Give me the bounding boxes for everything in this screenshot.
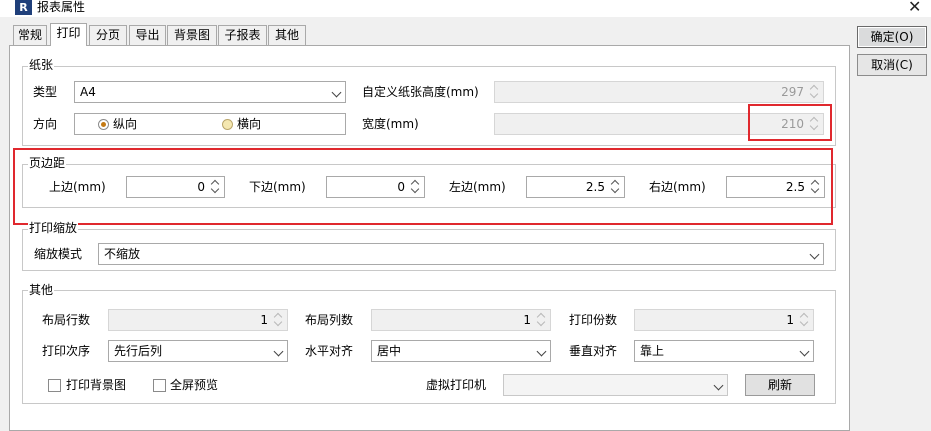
- paper-type-value: A4: [80, 85, 96, 99]
- chevron-down-icon: [331, 87, 342, 98]
- fullscreen-preview-label[interactable]: 全屏预览: [170, 374, 218, 396]
- chevron-down-icon: [273, 346, 284, 357]
- tab-background[interactable]: 背景图: [167, 25, 217, 45]
- app-icon: R: [15, 0, 32, 15]
- scale-mode-value: 不缩放: [104, 247, 141, 261]
- layout-cols-label: 布局列数: [305, 313, 354, 327]
- tab-other[interactable]: 其他: [268, 25, 306, 45]
- ok-button[interactable]: 确定(O): [857, 26, 927, 48]
- layout-rows-label: 布局行数: [42, 313, 91, 327]
- h-align-value: 居中: [377, 344, 402, 358]
- scale-mode-select[interactable]: 不缩放: [98, 243, 824, 265]
- tab-export[interactable]: 导出: [129, 25, 166, 45]
- spin-down-icon: [799, 320, 810, 329]
- other-legend: 其他: [28, 283, 55, 297]
- print-bg-checkbox[interactable]: [48, 379, 61, 392]
- layout-rows-value: 1: [260, 313, 268, 327]
- tab-general[interactable]: 常规: [13, 25, 47, 45]
- refresh-button[interactable]: 刷新: [745, 374, 815, 396]
- fullscreen-preview-checkbox[interactable]: [153, 379, 166, 392]
- v-align-select[interactable]: 靠上: [634, 340, 814, 362]
- chevron-down-icon: [799, 346, 810, 357]
- h-align-label: 水平对齐: [305, 344, 354, 358]
- copies-spinner: 1: [634, 309, 814, 331]
- print-order-value: 先行后列: [114, 344, 163, 358]
- print-order-select[interactable]: 先行后列: [108, 340, 288, 362]
- layout-cols-spinner: 1: [371, 309, 551, 331]
- custom-height-value: 297: [781, 85, 804, 99]
- layout-rows-spinner: 1: [108, 309, 288, 331]
- cancel-button[interactable]: 取消(C): [857, 54, 927, 76]
- layout-cols-value: 1: [523, 313, 531, 327]
- virtual-printer-select[interactable]: [503, 374, 728, 396]
- landscape-label[interactable]: 横向: [237, 113, 261, 135]
- tab-paging[interactable]: 分页: [89, 25, 127, 45]
- paper-legend: 纸张: [28, 58, 55, 72]
- portrait-label[interactable]: 纵向: [113, 113, 137, 135]
- v-align-value: 靠上: [640, 344, 665, 358]
- title-bar: [0, 0, 931, 17]
- portrait-radio[interactable]: [98, 119, 109, 130]
- chevron-down-icon: [713, 380, 724, 391]
- tab-print[interactable]: 打印: [50, 23, 87, 46]
- spin-down-icon: [536, 320, 547, 329]
- margins-highlight-box: [13, 148, 833, 225]
- paper-type-label: 类型: [33, 85, 58, 99]
- print-bg-label[interactable]: 打印背景图: [66, 374, 126, 396]
- width-label: 宽度(mm): [362, 117, 419, 131]
- custom-height-spinner: 297: [494, 81, 824, 103]
- width-highlight-box: [748, 104, 832, 141]
- chevron-down-icon: [809, 249, 820, 260]
- spin-down-icon: [809, 92, 820, 101]
- landscape-radio[interactable]: [222, 119, 233, 130]
- copies-label: 打印份数: [569, 313, 618, 327]
- custom-height-label: 自定义纸张高度(mm): [362, 85, 479, 99]
- chevron-down-icon: [536, 346, 547, 357]
- paper-type-select[interactable]: A4: [74, 81, 346, 103]
- window-title: 报表属性: [37, 0, 86, 14]
- close-icon[interactable]: ✕: [908, 0, 921, 15]
- print-order-label: 打印次序: [42, 344, 91, 358]
- h-align-select[interactable]: 居中: [371, 340, 551, 362]
- copies-value: 1: [786, 313, 794, 327]
- v-align-label: 垂直对齐: [569, 344, 618, 358]
- scale-legend: 打印缩放: [28, 221, 79, 235]
- direction-label: 方向: [33, 117, 58, 131]
- spin-down-icon: [273, 320, 284, 329]
- scale-mode-label: 缩放模式: [34, 247, 83, 261]
- virtual-printer-label: 虚拟打印机: [426, 378, 487, 392]
- tab-subreport[interactable]: 子报表: [218, 25, 267, 45]
